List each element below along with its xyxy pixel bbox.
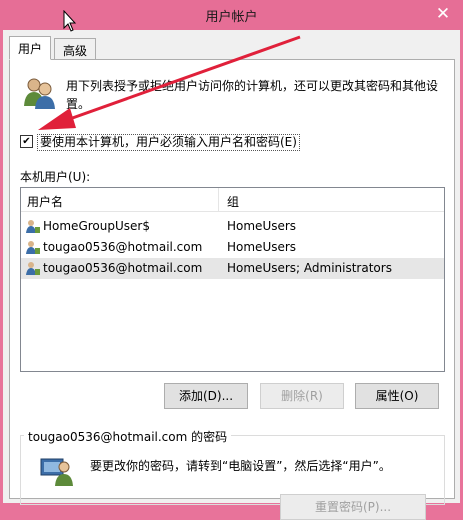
table-row-selected[interactable]: tougao0536@hotmail.com HomeUsers; Admini… <box>21 258 444 279</box>
row-group: HomeUsers <box>227 219 297 233</box>
user-icon <box>26 241 40 254</box>
user-icon <box>26 262 40 275</box>
password-user-icon <box>40 458 73 486</box>
user-icon <box>26 220 40 233</box>
column-divider[interactable] <box>218 188 219 212</box>
row-group: HomeUsers; Administrators <box>227 261 392 275</box>
users-panel: 用下列表授予或拒绝用户访问你的计算机，还可以更改其密码和其他设置。 ✔ 要使用本… <box>9 59 455 520</box>
row-username: HomeGroupUser$ <box>43 219 150 233</box>
table-row[interactable]: tougao0536@hotmail.com HomeUsers <box>21 237 444 258</box>
tab-users-label: 用户 <box>18 42 43 56</box>
local-users-list[interactable]: 用户名 组 HomeGroupUser$ HomeUsers tougao053… <box>20 187 445 372</box>
remove-user-button[interactable]: 删除(R) <box>260 383 344 409</box>
mouse-cursor-icon <box>63 10 77 32</box>
description-text: 用下列表授予或拒绝用户访问你的计算机，还可以更改其密码和其他设置。 <box>66 79 439 111</box>
column-header-username[interactable]: 用户名 <box>27 193 63 210</box>
users-icon <box>24 78 55 109</box>
tab-users[interactable]: 用户 <box>9 36 52 60</box>
reset-password-button[interactable]: 重置密码(P)... <box>280 494 426 520</box>
table-row[interactable]: HomeGroupUser$ HomeUsers <box>21 216 444 237</box>
properties-button[interactable]: 属性(O) <box>355 383 439 409</box>
tab-advanced-label: 高级 <box>63 44 88 58</box>
password-group-title: tougao0536@hotmail.com 的密码 <box>24 428 232 445</box>
row-username: tougao0536@hotmail.com <box>43 240 203 254</box>
row-group: HomeUsers <box>227 240 297 254</box>
add-user-button[interactable]: 添加(D)... <box>164 383 248 409</box>
require-login-label[interactable]: 要使用本计算机，用户必须输入用户名和密码(E) <box>37 134 300 151</box>
dialog: 用户 高级 用下列表授予或拒绝用户访问你的计算机，还可以更改其密码和其他设置。 … <box>3 30 460 520</box>
require-login-checkbox[interactable]: ✔ <box>20 135 33 148</box>
column-header-group[interactable]: 组 <box>227 193 239 210</box>
list-header: 用户名 组 <box>21 188 444 212</box>
close-icon[interactable]: ✕ <box>431 3 455 25</box>
tab-advanced[interactable]: 高级 <box>54 38 97 60</box>
password-instructions: 要更改你的密码，请转到“电脑设置”，然后选择“用户”。 <box>90 459 391 473</box>
row-username: tougao0536@hotmail.com <box>43 261 203 275</box>
local-users-label: 本机用户(U): <box>20 170 91 184</box>
